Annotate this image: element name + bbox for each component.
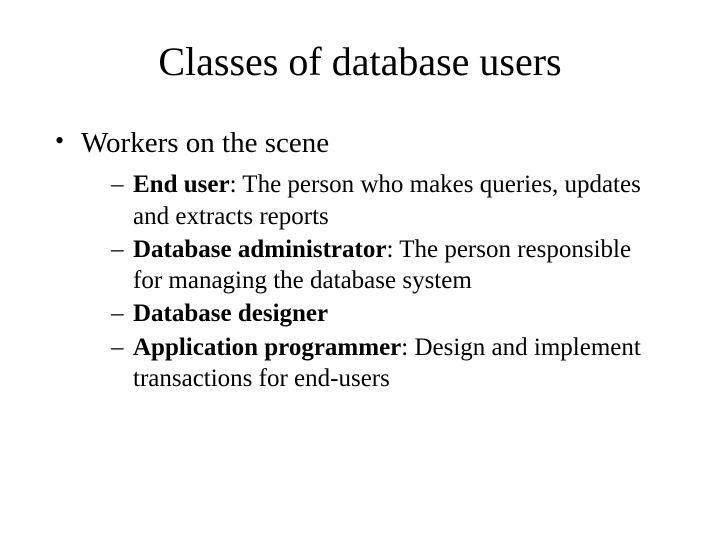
bullet-level1-text: Workers on the scene <box>81 127 329 159</box>
bullet-list-level2: End user: The person who makes queries, … <box>81 169 665 394</box>
slide: Classes of database users Workers on the… <box>0 0 720 540</box>
bullet-level2: End user: The person who makes queries, … <box>111 169 665 232</box>
bullet-level2: Application programmer: Design and imple… <box>111 332 665 395</box>
slide-title: Classes of database users <box>0 0 720 95</box>
bullet-level2-term: End user <box>133 171 230 198</box>
bullet-level2-term: Database designer <box>133 300 328 327</box>
bullet-level2: Database designer <box>111 298 665 329</box>
slide-body: Workers on the scene End user: The perso… <box>0 95 720 394</box>
bullet-list-level1: Workers on the scene End user: The perso… <box>55 125 665 394</box>
bullet-level2-term: Application programmer <box>133 334 401 361</box>
bullet-level1: Workers on the scene End user: The perso… <box>55 125 665 394</box>
bullet-level2: Database administrator: The person respo… <box>111 234 665 297</box>
bullet-level2-term: Database administrator <box>133 236 386 263</box>
